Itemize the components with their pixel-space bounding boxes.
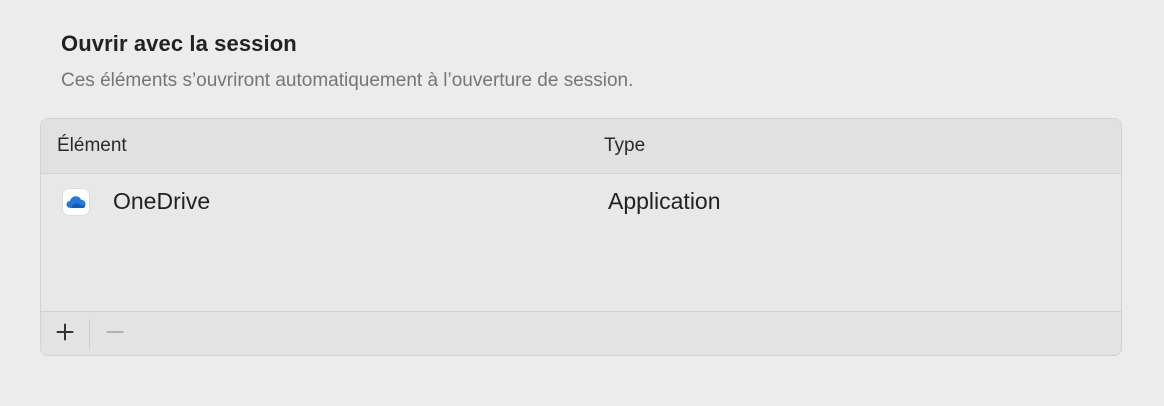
- toolbar-divider: [89, 319, 90, 349]
- column-header-type[interactable]: Type: [604, 135, 645, 157]
- table-row[interactable]: OneDrive Application: [41, 174, 1121, 230]
- onedrive-cloud-icon: [63, 189, 89, 215]
- section-title: Ouvrir avec la session: [61, 31, 297, 56]
- row-type: Application: [608, 188, 721, 214]
- table-toolbar: [41, 311, 1121, 355]
- login-items-table: Élément Type OneDrive Application: [40, 118, 1122, 356]
- minus-icon: [106, 323, 124, 346]
- table-header: Élément Type: [41, 119, 1121, 174]
- row-name: OneDrive: [113, 188, 211, 214]
- remove-item-button[interactable]: [98, 318, 132, 350]
- table-body: OneDrive Application: [41, 174, 1121, 311]
- plus-icon: [56, 323, 74, 346]
- section-subtitle: Ces éléments s’ouvriront automatiquement…: [61, 70, 634, 91]
- column-header-element[interactable]: Élément: [57, 135, 127, 157]
- add-item-button[interactable]: [48, 318, 82, 350]
